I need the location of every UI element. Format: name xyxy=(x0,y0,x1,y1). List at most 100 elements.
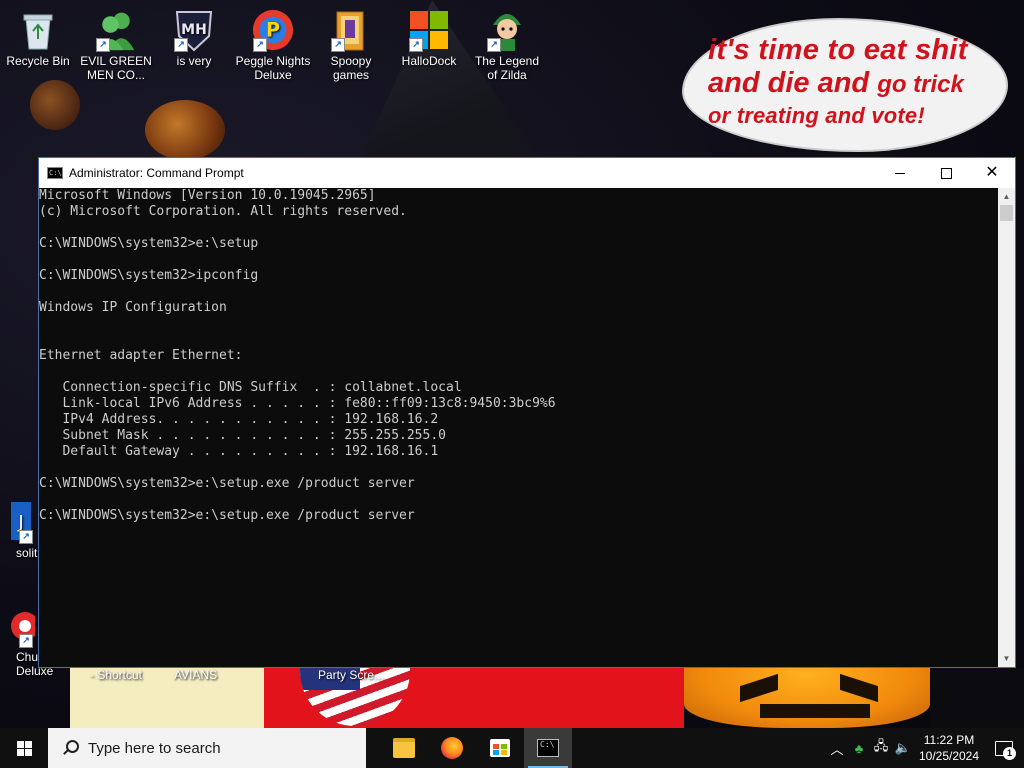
shortcut-arrow-icon: ↗ xyxy=(174,38,188,52)
minimize-icon xyxy=(895,172,905,174)
firefox-icon xyxy=(441,737,463,759)
taskbar-command-prompt[interactable]: C:\ xyxy=(524,728,572,768)
notification-badge: 1 xyxy=(1003,747,1016,760)
store-icon xyxy=(490,739,510,757)
console-line: Microsoft Windows [Version 10.0.19045.29… xyxy=(39,188,376,203)
console-line: Subnet Mask . . . . . . . . . . . : 255.… xyxy=(39,428,446,443)
desktop-icon-label: Recycle Bin xyxy=(6,54,70,68)
wallpaper-pumpkin xyxy=(145,100,225,160)
desktop-icon-label: EVIL GREEN MEN CO... xyxy=(80,54,152,82)
taskbar-file-explorer[interactable] xyxy=(380,728,428,768)
system-tray: ︿ ♣ 🖧 🔈 11:22 PM 10/25/2024 1 xyxy=(826,728,1024,768)
maximize-icon xyxy=(940,167,952,179)
desktop-icon-is-very[interactable]: MH ↗ is very xyxy=(156,8,232,68)
desktop-icon-label-partial: - Shortcut xyxy=(90,668,143,682)
taskbar-search-box[interactable]: Type here to search xyxy=(48,728,366,768)
tray-app-icon-button[interactable]: ♣ xyxy=(848,728,870,768)
console-line: IPv4 Address. . . . . . . . . . . : 192.… xyxy=(39,412,439,427)
command-prompt-window[interactable]: C:\ Administrator: Command Prompt ✕ Micr… xyxy=(38,157,1016,668)
cmd-window-icon: C:\ xyxy=(47,167,63,179)
zilda-character-icon: ↗ xyxy=(485,8,529,52)
chevron-up-icon: ︿ xyxy=(830,741,844,757)
solitaire-icon: J ↗ xyxy=(5,500,35,544)
console-line: Default Gateway . . . . . . . . . : 192.… xyxy=(39,444,439,459)
network-icon: 🖧 xyxy=(873,738,889,753)
shortcut-arrow-icon: ↗ xyxy=(409,38,423,52)
scrollbar-thumb[interactable] xyxy=(1000,205,1013,221)
taskbar-firefox[interactable] xyxy=(428,728,476,768)
shortcut-arrow-icon: ↗ xyxy=(331,38,345,52)
window-title: Administrator: Command Prompt xyxy=(69,166,244,180)
speech-line-1: it's time to eat shit xyxy=(708,34,968,66)
desktop-icon-hallodock[interactable]: ↗ HalloDock xyxy=(391,8,467,68)
search-icon xyxy=(62,740,79,756)
wallpaper-jack-o-lantern xyxy=(684,668,930,728)
shortcut-arrow-icon: ↗ xyxy=(96,38,110,52)
speech-line-2b: go trick xyxy=(877,71,964,99)
close-button[interactable]: ✕ xyxy=(969,158,1015,188)
desktop-icon-label: Peggle Nights Deluxe xyxy=(235,54,311,82)
taskbar: Type here to search C:\ ︿ ♣ 🖧 🔈 11:22 PM… xyxy=(0,728,1024,768)
green-men-icon: ↗ xyxy=(94,8,138,52)
show-hidden-icons-button[interactable]: ︿ xyxy=(826,728,848,768)
console-output[interactable]: Microsoft Windows [Version 10.0.19045.29… xyxy=(39,188,999,667)
maximize-button[interactable] xyxy=(923,158,969,188)
shortcut-arrow-icon: ↗ xyxy=(19,634,33,648)
window-titlebar[interactable]: C:\ Administrator: Command Prompt ✕ xyxy=(39,158,1015,188)
notification-center-button[interactable]: 1 xyxy=(984,728,1024,768)
desktop-icon-legend-of-zilda[interactable]: ↗ The Legend of Zilda xyxy=(469,8,545,82)
taskbar-clock[interactable]: 11:22 PM 10/25/2024 xyxy=(914,732,984,764)
shortcut-arrow-icon: ↗ xyxy=(253,38,267,52)
search-placeholder: Type here to search xyxy=(88,739,221,757)
desktop-icon-recycle-bin[interactable]: Recycle Bin xyxy=(0,8,76,68)
green-figure-icon: ♣ xyxy=(854,740,864,756)
console-line: Link-local IPv6 Address . . . . . : fe80… xyxy=(39,396,556,411)
scroll-up-arrow-icon[interactable]: ▲ xyxy=(998,188,1015,205)
console-line: Connection-specific DNS Suffix . : colla… xyxy=(39,380,462,395)
desktop-icon-label-partial: Party Scre... xyxy=(318,668,385,682)
console-line: (c) Microsoft Corporation. All rights re… xyxy=(39,204,407,219)
folder-icon xyxy=(393,738,415,758)
shield-logo-icon: MH ↗ xyxy=(172,8,216,52)
shortcut-arrow-icon: ↗ xyxy=(19,530,33,544)
desktop-icon-label: Spoopy games xyxy=(330,54,372,82)
console-line: C:\WINDOWS\system32>e:\setup xyxy=(39,236,259,251)
vertical-scrollbar[interactable]: ▲ ▼ xyxy=(998,188,1015,667)
chuzzle-icon: ↗ xyxy=(5,604,35,648)
wallpaper-pumpkin xyxy=(30,80,80,130)
network-button[interactable]: 🖧 xyxy=(870,728,892,768)
desktop-icon-label: is very xyxy=(176,54,212,68)
console-line: Windows IP Configuration xyxy=(39,300,227,315)
window-controls: ✕ xyxy=(877,158,1015,188)
start-button[interactable] xyxy=(0,728,48,768)
scroll-down-arrow-icon[interactable]: ▼ xyxy=(998,650,1015,667)
speech-line-2a: and die and xyxy=(708,67,878,100)
desktop-icon-spoopy-games[interactable]: ↗ Spoopy games xyxy=(313,8,389,82)
volume-button[interactable]: 🔈 xyxy=(892,728,914,768)
speech-bubble-text: it's time to eat shit and die and go tri… xyxy=(708,34,998,128)
taskbar-microsoft-store[interactable] xyxy=(476,728,524,768)
jack-o-lantern-mouth xyxy=(760,704,870,718)
desktop-icon-peggle-nights[interactable]: P ↗ Peggle Nights Deluxe xyxy=(235,8,311,82)
console-line: Ethernet adapter Ethernet: xyxy=(39,348,243,363)
peggle-icon: P ↗ xyxy=(251,8,295,52)
windows-logo-icon: ↗ xyxy=(407,8,451,52)
speech-line-3: or treating and vote! xyxy=(708,102,925,128)
speaker-icon: 🔈 xyxy=(894,740,912,755)
desktop-icon-label: HalloDock xyxy=(401,54,457,68)
clock-time: 11:22 PM xyxy=(923,733,975,747)
folder-icon: ↗ xyxy=(329,8,373,52)
console-line: C:\WINDOWS\system32>e:\setup.exe /produc… xyxy=(39,476,415,491)
svg-text:MH: MH xyxy=(181,22,207,38)
console-line: C:\WINDOWS\system32>e:\setup.exe /produc… xyxy=(39,508,415,523)
close-icon: ✕ xyxy=(985,164,999,181)
wallpaper-panel xyxy=(930,668,1024,728)
desktop-icon-evil-green-men[interactable]: ↗ EVIL GREEN MEN CO... xyxy=(78,8,154,82)
minimize-button[interactable] xyxy=(877,158,923,188)
